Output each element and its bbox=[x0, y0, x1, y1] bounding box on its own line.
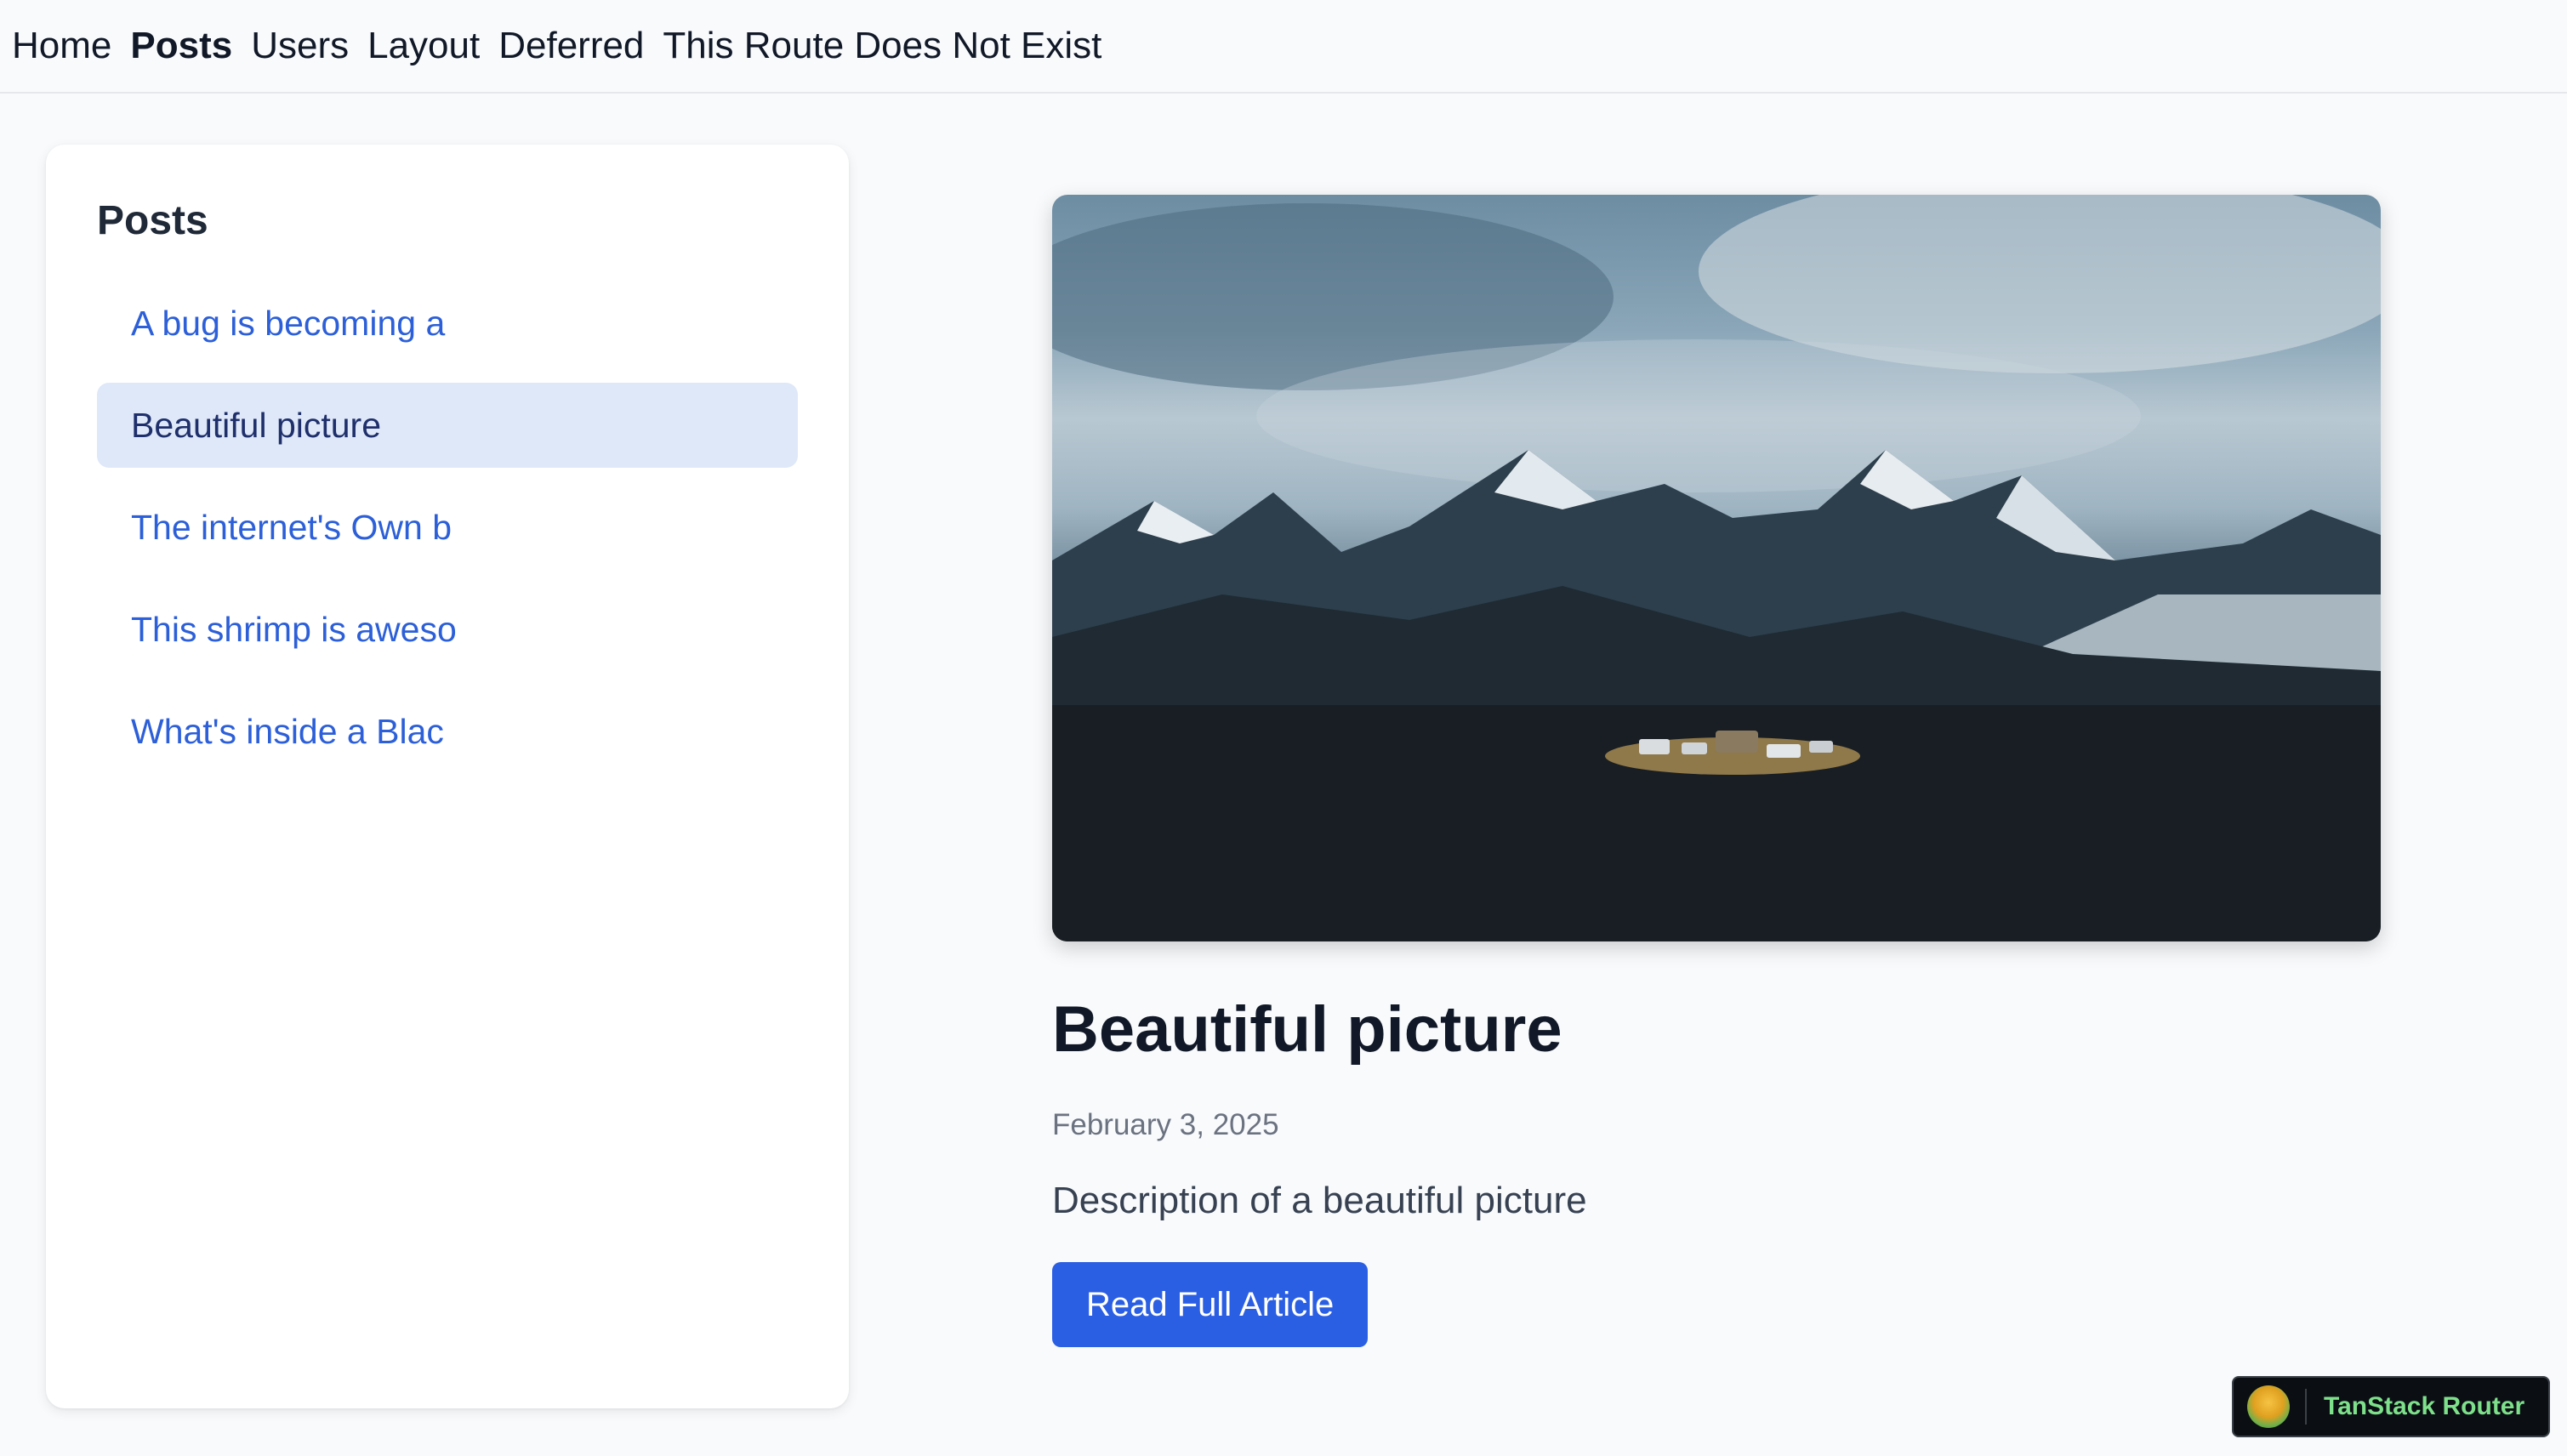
devtools-divider bbox=[2305, 1389, 2307, 1425]
nav-home[interactable]: Home bbox=[12, 27, 111, 65]
post-link-beautiful-picture[interactable]: Beautiful picture bbox=[97, 383, 798, 468]
posts-sidebar: Posts A bug is becoming a Beautiful pict… bbox=[46, 145, 849, 1408]
post-hero-image bbox=[1052, 195, 2381, 941]
devtools-label: TanStack Router bbox=[2324, 1392, 2525, 1420]
post-link-internet[interactable]: The internet's Own b bbox=[97, 485, 798, 570]
nav-route-not-exist[interactable]: This Route Does Not Exist bbox=[663, 27, 1101, 65]
post-description: Description of a beautiful picture bbox=[1052, 1180, 1587, 1221]
post-list: A bug is becoming a Beautiful picture Th… bbox=[97, 281, 798, 774]
nav-deferred[interactable]: Deferred bbox=[498, 27, 644, 65]
read-full-article-button[interactable]: Read Full Article bbox=[1052, 1262, 1369, 1347]
tanstack-devtools-toggle[interactable]: TanStack Router bbox=[2232, 1376, 2550, 1437]
post-detail: Beautiful picture February 3, 2025 Descr… bbox=[1052, 195, 2381, 1347]
post-link-bug[interactable]: A bug is becoming a bbox=[97, 281, 798, 366]
post-title: Beautiful picture bbox=[1052, 993, 1562, 1066]
post-link-shrimp[interactable]: This shrimp is aweso bbox=[97, 587, 798, 672]
mountain-landscape-image bbox=[1052, 195, 2381, 941]
top-nav: Home Posts Users Layout Deferred This Ro… bbox=[0, 0, 2567, 94]
post-date: February 3, 2025 bbox=[1052, 1108, 1279, 1141]
sidebar-heading: Posts bbox=[97, 198, 208, 243]
nav-users[interactable]: Users bbox=[251, 27, 349, 65]
tanstack-logo-icon bbox=[2247, 1385, 2290, 1428]
nav-layout[interactable]: Layout bbox=[367, 27, 480, 65]
post-link-black[interactable]: What's inside a Blac bbox=[97, 689, 798, 774]
nav-posts[interactable]: Posts bbox=[130, 27, 232, 65]
